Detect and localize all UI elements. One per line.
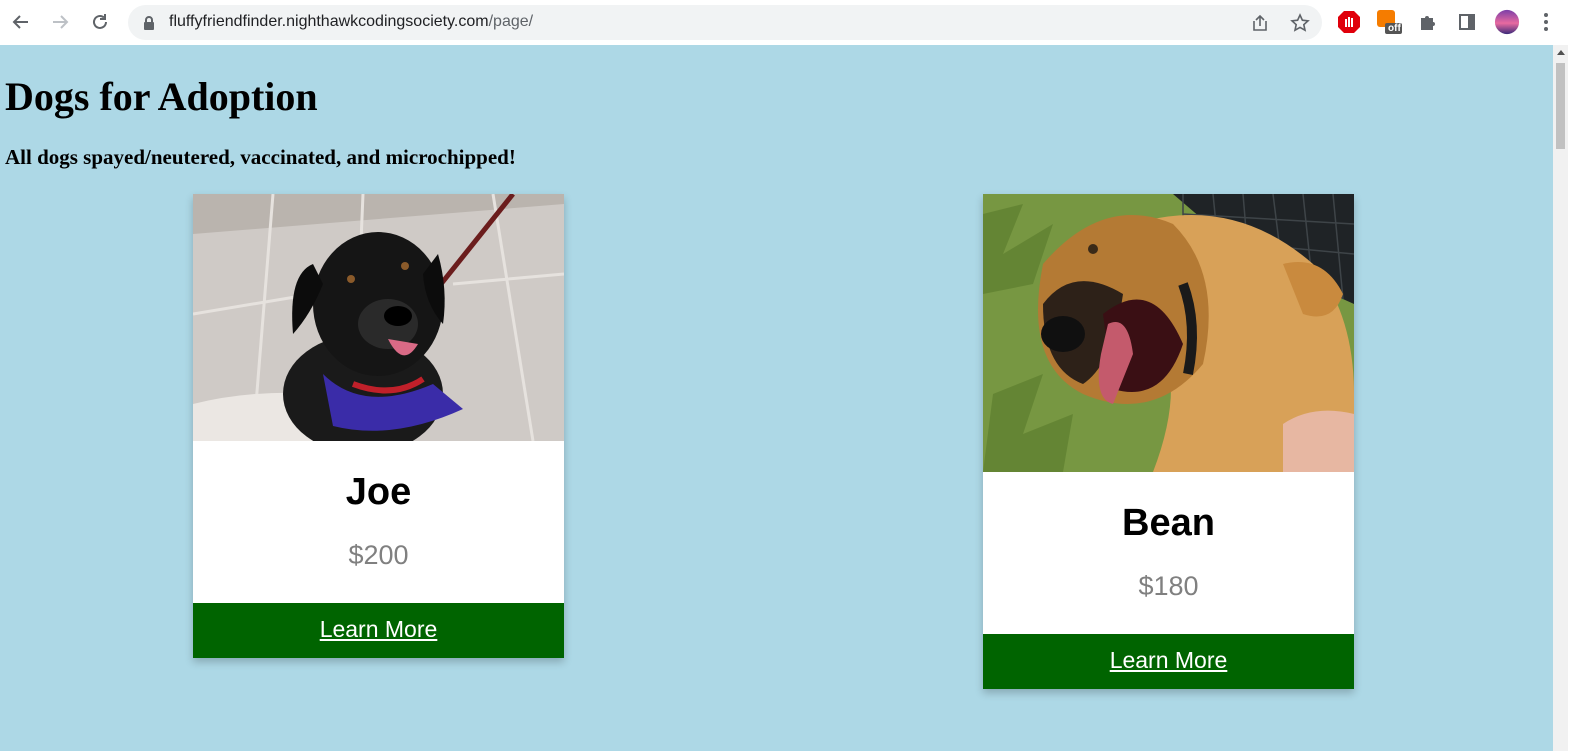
side-panel-icon [1459,14,1475,30]
url-host: fluffyfriendfinder.nighthawkcodingsociet… [169,13,489,30]
extensions-button[interactable] [1415,9,1441,35]
back-button[interactable] [7,8,35,36]
page-title: Dogs for Adoption [5,74,318,119]
dog-price: $200 [348,540,409,570]
bookmark-button[interactable] [1288,11,1312,35]
profile-button[interactable] [1494,9,1520,35]
reload-button[interactable] [86,8,114,36]
dog-card-joe: Joe $200 Learn More [193,194,564,658]
learn-more-button-joe[interactable]: Learn More [193,603,564,658]
page-content: Dogs for Adoption All dogs spayed/neuter… [0,45,1553,751]
url-path: /page/ [488,13,534,30]
side-panel-button[interactable] [1454,9,1480,35]
arrow-right-icon [53,15,69,29]
menu-button[interactable] [1533,9,1559,35]
share-icon [1253,14,1267,31]
address-bar[interactable]: fluffyfriendfinder.nighthawkcodingsociet… [128,5,1322,40]
stop-hand-icon [1338,11,1360,33]
dog-name: Joe [345,471,412,513]
dog-card-bean: Bean $180 Learn More [983,194,1354,689]
url-text: fluffyfriendfinder.nighthawkcodingsociet… [169,13,533,31]
browser-toolbar: fluffyfriendfinder.nighthawkcodingsociet… [0,0,1588,45]
window-edge [1568,45,1588,751]
scroll-thumb[interactable] [1556,63,1565,149]
vertical-scrollbar[interactable] [1553,45,1568,751]
extension-off-button[interactable]: off [1376,9,1402,35]
adblock-extension-button[interactable] [1336,9,1362,35]
dog-photo-joe [193,194,564,441]
lock-icon [144,16,154,30]
puzzle-icon [1421,16,1435,30]
more-vertical-icon [1544,13,1548,31]
dog-price: $180 [1138,571,1199,601]
extension-badge: off [1388,23,1401,34]
forward-button[interactable] [46,8,74,36]
star-icon [1290,13,1310,32]
share-button[interactable] [1248,11,1272,35]
avatar [1494,9,1520,35]
dog-photo-bean [983,194,1354,472]
reload-icon [93,14,107,29]
dog-name: Bean [1122,502,1215,544]
page-subtitle: All dogs spayed/neutered, vaccinated, an… [5,145,516,169]
scroll-up-arrow-icon[interactable] [1557,50,1565,55]
arrow-left-icon [12,15,28,29]
learn-more-button-bean[interactable]: Learn More [983,634,1354,689]
